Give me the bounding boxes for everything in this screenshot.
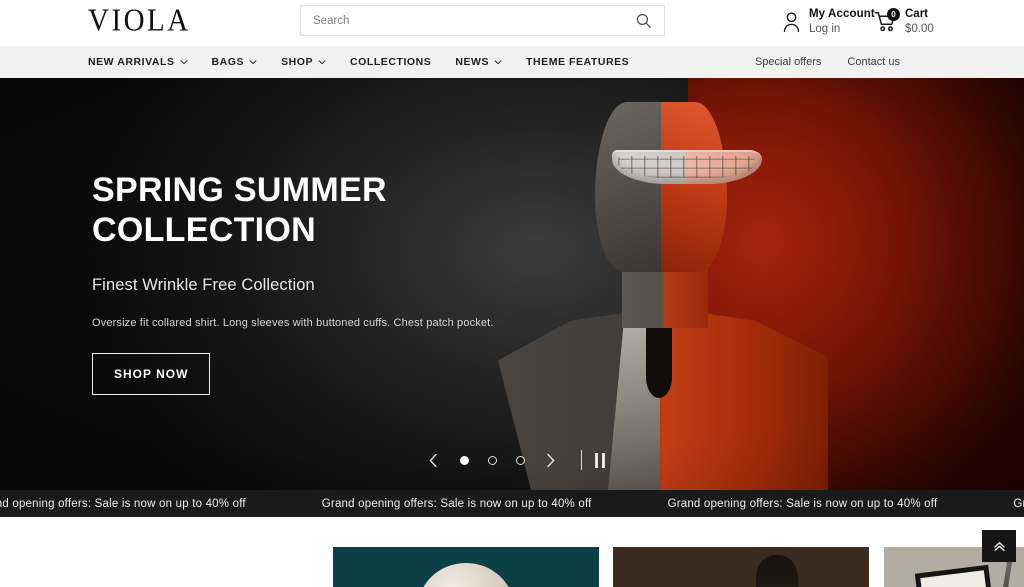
nav-item-bags[interactable]: BAGS <box>212 56 258 68</box>
cart-total: $0.00 <box>905 23 934 36</box>
scroll-to-top-button[interactable] <box>982 530 1016 562</box>
hero-description: Oversize fit collared shirt. Long sleeve… <box>92 316 494 329</box>
carousel-dot-1[interactable] <box>459 455 469 465</box>
storefront-page: VIOLA My Account Log in <box>0 0 1024 587</box>
my-account-menu[interactable]: My Account Log in <box>782 7 875 37</box>
shop-now-button[interactable]: SHOP NOW <box>92 352 211 395</box>
marquee-message: Grand opening offers: Sale is now on up … <box>321 497 592 510</box>
hero-carousel: SPRING SUMMER COLLECTION Finest Wrinkle … <box>0 78 1024 490</box>
cart-labels: Cart $0.00 <box>905 7 934 37</box>
carousel-dot-2[interactable] <box>487 455 497 465</box>
chevron-right-icon <box>547 453 555 467</box>
nav-link-contact-us[interactable]: Contact us <box>847 56 900 68</box>
nav-item-shop[interactable]: SHOP <box>281 56 326 68</box>
cart-icon-wrap: 0 <box>874 8 900 34</box>
marquee-message: Grand opening offers: Sale is now on up … <box>667 497 938 510</box>
nav-label: NEW ARRIVALS <box>88 56 175 68</box>
nav-label: COLLECTIONS <box>350 56 432 68</box>
chevron-down-icon <box>179 60 188 65</box>
hero-subtitle: Finest Wrinkle Free Collection <box>92 275 315 294</box>
carousel-controls <box>0 448 1024 472</box>
pause-icon-bar-right <box>601 452 605 468</box>
hero-title-line-2: COLLECTION <box>92 211 316 250</box>
nav-label: BAGS <box>211 56 245 68</box>
nav-secondary-links: Special offers Contact us <box>755 56 900 68</box>
nav-link-special-offers[interactable]: Special offers <box>755 56 821 68</box>
search-bar[interactable] <box>300 5 665 36</box>
chevron-down-icon <box>494 60 502 65</box>
carousel-pause-button[interactable] <box>594 452 605 468</box>
nav-item-new-arrivals[interactable]: NEW ARRIVALS <box>88 56 188 68</box>
nav-item-collections[interactable]: COLLECTIONS <box>350 56 431 68</box>
chevron-left-icon <box>429 453 437 467</box>
search-button[interactable] <box>622 6 664 35</box>
search-icon <box>636 13 651 28</box>
account-title: My Account <box>809 8 875 20</box>
account-login-link[interactable]: Log in <box>809 22 875 37</box>
hero-title-line-1: SPRING SUMMER <box>92 171 387 209</box>
product-card-2[interactable] <box>613 547 869 587</box>
nav-items: NEW ARRIVALS BAGS SHOP COLLECTIONS NEWS … <box>88 56 629 68</box>
main-navigation: NEW ARRIVALS BAGS SHOP COLLECTIONS NEWS … <box>0 46 1024 78</box>
nav-label: SHOP <box>281 56 314 68</box>
nav-label: THEME FEATURES <box>526 56 630 68</box>
nav-item-theme-features[interactable]: THEME FEATURES <box>526 56 629 68</box>
user-icon <box>783 12 800 33</box>
account-labels: My Account Log in <box>809 7 875 37</box>
product-image-3 <box>914 564 996 587</box>
hero-title: SPRING SUMMER COLLECTION <box>92 170 612 251</box>
double-chevron-up-icon <box>993 541 1005 551</box>
marquee-message: Grand opening offers: Sale is now on up … <box>1013 497 1024 510</box>
cart-count-badge: 0 <box>887 8 900 22</box>
nav-item-news[interactable]: NEWS <box>455 56 502 68</box>
cart-widget[interactable]: 0 Cart $0.00 <box>874 7 934 37</box>
carousel-prev-button[interactable] <box>420 448 448 472</box>
product-image-3-accessory <box>998 558 1013 587</box>
carousel-dots <box>459 455 525 465</box>
product-image-1 <box>418 563 514 587</box>
site-logo[interactable]: VIOLA <box>88 3 191 40</box>
chevron-down-icon <box>318 60 326 65</box>
carousel-divider <box>580 450 582 470</box>
promo-marquee: Grand opening offers: Sale is now on up … <box>0 490 1024 517</box>
pause-icon-bar-left <box>594 452 598 468</box>
carousel-next-button[interactable] <box>537 448 565 472</box>
nav-label: NEWS <box>455 56 490 68</box>
product-card-1[interactable] <box>333 547 599 587</box>
search-input[interactable] <box>301 6 622 35</box>
carousel-dot-3[interactable] <box>515 455 525 465</box>
product-image-2 <box>756 555 799 587</box>
hero-content: SPRING SUMMER COLLECTION Finest Wrinkle … <box>92 78 612 395</box>
marquee-track: Grand opening offers: Sale is now on up … <box>0 498 1024 510</box>
chevron-down-icon <box>249 60 257 65</box>
cart-title: Cart <box>905 8 929 20</box>
site-header: VIOLA My Account Log in <box>0 0 1024 46</box>
product-showcase <box>0 517 1024 587</box>
marquee-message: Grand opening offers: Sale is now on up … <box>0 497 246 510</box>
